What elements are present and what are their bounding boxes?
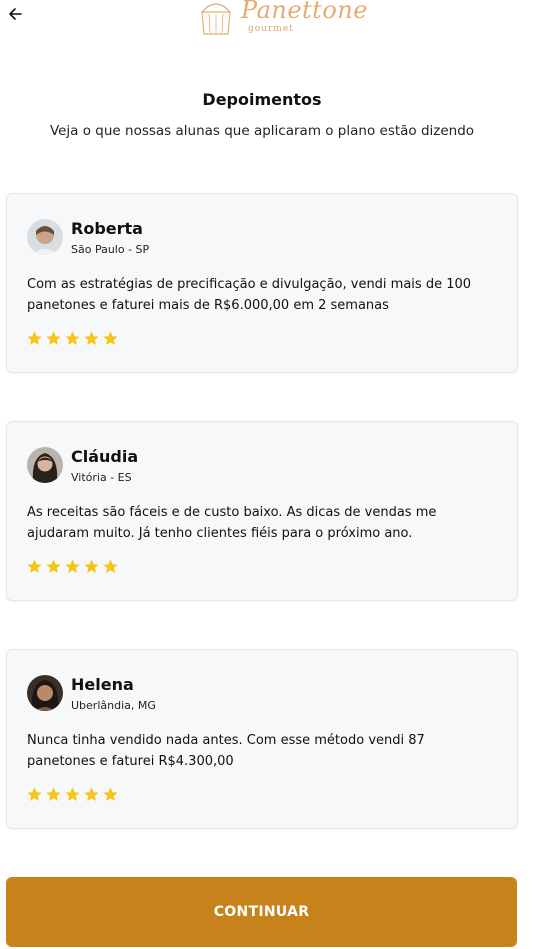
top-bar: Panettone gourmet: [0, 0, 540, 44]
arrow-left-icon: [9, 8, 22, 20]
star-icon: [65, 787, 80, 802]
star-icon: [65, 559, 80, 574]
logo-sub: gourmet: [248, 24, 294, 34]
star-icon: [46, 559, 61, 574]
avatar: [27, 219, 63, 255]
back-button[interactable]: [6, 4, 26, 24]
star-icon: [103, 331, 118, 346]
testimonial-location: São Paulo - SP: [71, 243, 150, 256]
avatar: [27, 675, 63, 711]
star-icon: [103, 559, 118, 574]
page-title: Depoimentos: [202, 90, 322, 109]
testimonial-name: Helena: [71, 675, 134, 694]
star-icon: [46, 787, 61, 802]
testimonial-text: As receitas são fáceis e de custo baixo.…: [27, 505, 437, 541]
avatar: [27, 447, 63, 483]
star-icon: [27, 559, 42, 574]
star-icon: [103, 787, 118, 802]
star-rating: [26, 558, 119, 576]
testimonial-location: Uberlândia, MG: [71, 699, 156, 712]
star-rating: [26, 330, 119, 348]
continue-button[interactable]: CONTINUAR: [6, 877, 517, 947]
page-subtitle: Veja o que nossas alunas que aplicaram o…: [49, 123, 475, 139]
testimonial-card: Cláudia Vitória - ES As receitas são fác…: [6, 421, 518, 601]
brand-logo: Panettone gourmet: [196, 0, 367, 40]
star-icon: [84, 787, 99, 802]
testimonial-name: Roberta: [71, 219, 143, 238]
testimonial-card: Helena Uberlândia, MG Nunca tinha vendid…: [6, 649, 518, 829]
star-icon: [84, 331, 99, 346]
star-icon: [84, 559, 99, 574]
testimonial-name: Cláudia: [71, 447, 139, 466]
testimonial-text: Com as estratégias de precificação e div…: [27, 277, 472, 313]
star-icon: [27, 331, 42, 346]
testimonial-location: Vitória - ES: [71, 471, 132, 484]
star-icon: [65, 331, 80, 346]
logo-name: Panettone: [241, 0, 368, 24]
star-icon: [46, 331, 61, 346]
testimonial-card: Roberta São Paulo - SP Com as estratégia…: [6, 193, 518, 373]
star-icon: [27, 787, 42, 802]
star-rating: [26, 786, 119, 804]
testimonial-text: Nunca tinha vendido nada antes. Com esse…: [27, 733, 425, 769]
panettone-icon: [201, 3, 231, 35]
